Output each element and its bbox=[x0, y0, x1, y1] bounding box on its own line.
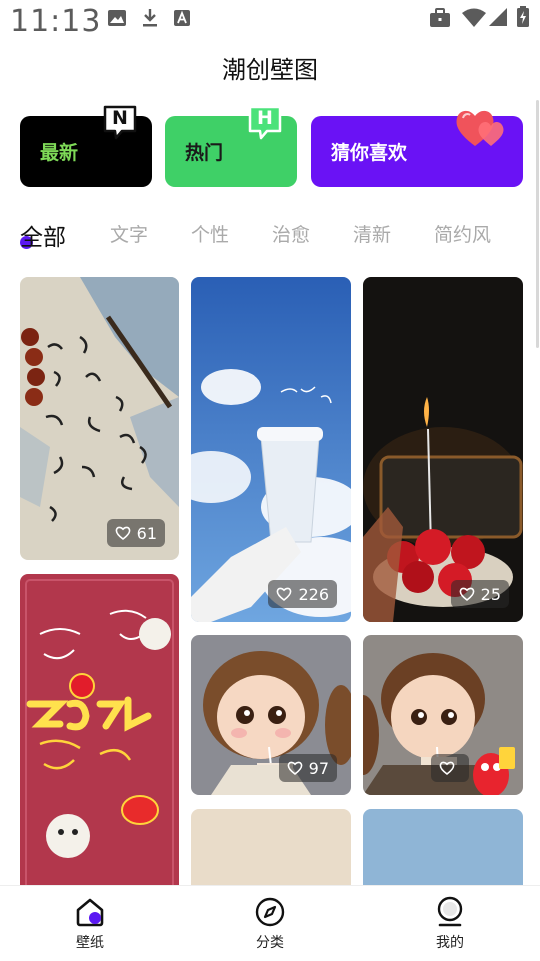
nav-mine[interactable]: 我的 bbox=[410, 896, 490, 952]
nav-category[interactable]: 分类 bbox=[230, 896, 310, 952]
page-title: 潮创壁图 bbox=[222, 56, 318, 84]
new-badge-icon: N bbox=[102, 104, 138, 140]
like-count-badge: 61 bbox=[106, 519, 165, 547]
profile-icon bbox=[437, 896, 463, 927]
guess-you-like-card[interactable]: 猜你喜欢 bbox=[311, 110, 523, 187]
wallpaper-tile[interactable]: 97 bbox=[191, 635, 351, 795]
like-count: 97 bbox=[308, 758, 329, 778]
tab-minimalist[interactable]: 简约风 bbox=[434, 220, 491, 247]
heart-icon bbox=[439, 761, 455, 776]
scrollbar[interactable] bbox=[536, 100, 539, 348]
birthday-cake-wallpaper-image bbox=[363, 277, 523, 622]
new-year-2024-wallpaper-image bbox=[20, 574, 179, 904]
hot-badge-letter: H bbox=[257, 107, 273, 129]
hot-card[interactable]: 热门 H bbox=[165, 105, 297, 187]
tab-personality[interactable]: 个性 bbox=[191, 220, 229, 247]
wallpaper-tile[interactable]: 226 bbox=[191, 277, 351, 622]
battery-icon bbox=[517, 6, 529, 27]
briefcase-icon bbox=[430, 8, 450, 27]
heart-icon bbox=[115, 526, 131, 541]
image-notification-icon bbox=[108, 10, 126, 26]
hearts-icon bbox=[456, 110, 504, 146]
wallpaper-tile[interactable] bbox=[20, 574, 179, 904]
status-time: 11:13 bbox=[10, 4, 102, 39]
like-count-badge: 226 bbox=[268, 580, 337, 608]
wallpaper-tile[interactable]: 25 bbox=[363, 277, 523, 622]
like-count-badge: 97 bbox=[278, 754, 337, 782]
download-icon bbox=[143, 9, 157, 27]
nav-mine-label: 我的 bbox=[436, 935, 464, 951]
wallpaper-tile[interactable]: 61 bbox=[20, 277, 179, 560]
like-count-badge bbox=[431, 754, 469, 782]
tab-text[interactable]: 文字 bbox=[110, 220, 148, 247]
hot-badge-icon: H bbox=[247, 104, 283, 140]
calligraphy-wallpaper-image bbox=[20, 277, 179, 560]
tab-healing[interactable]: 治愈 bbox=[272, 220, 310, 247]
status-bar: 11:13 bbox=[0, 0, 540, 44]
heart-icon bbox=[277, 587, 292, 602]
compass-icon bbox=[255, 897, 285, 927]
wallpaper-tile[interactable] bbox=[363, 635, 523, 795]
wifi-icon bbox=[462, 8, 486, 27]
font-icon bbox=[174, 10, 190, 26]
like-count: 61 bbox=[136, 523, 157, 543]
category-tabs: 全部 文字 个性 治愈 清新 简约风 bbox=[20, 218, 520, 258]
sky-cup-wallpaper-image bbox=[191, 277, 351, 622]
new-badge-letter: N bbox=[112, 107, 128, 129]
guess-you-like-label: 猜你喜欢 bbox=[331, 142, 408, 164]
latest-card-label: 最新 bbox=[40, 142, 79, 164]
nav-wallpaper[interactable]: 壁纸 bbox=[50, 896, 130, 952]
heart-icon bbox=[459, 587, 475, 602]
tab-all[interactable]: 全部 bbox=[20, 218, 66, 252]
like-count-badge: 25 bbox=[450, 580, 509, 608]
latest-card[interactable]: 最新 N bbox=[20, 105, 152, 187]
bottom-nav: 壁纸 分类 我的 bbox=[0, 885, 540, 961]
nav-category-label: 分类 bbox=[256, 935, 284, 951]
tab-fresh[interactable]: 清新 bbox=[353, 220, 391, 247]
signal-icon bbox=[489, 8, 507, 26]
like-count: 25 bbox=[480, 584, 501, 604]
hot-card-label: 热门 bbox=[185, 142, 224, 164]
heart-icon bbox=[287, 761, 303, 776]
home-icon bbox=[76, 898, 104, 927]
nav-wallpaper-label: 壁纸 bbox=[76, 935, 104, 951]
like-count: 226 bbox=[298, 584, 329, 604]
